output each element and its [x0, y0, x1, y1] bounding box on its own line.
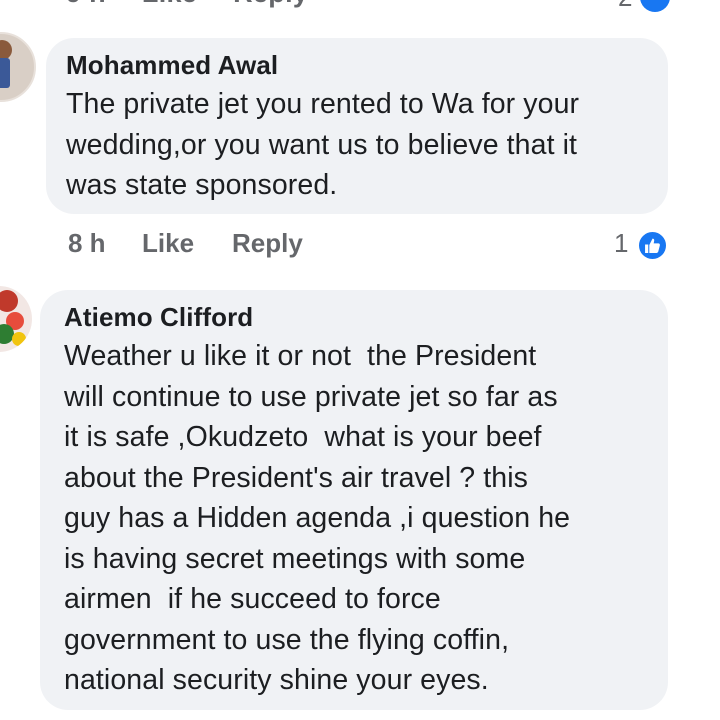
comment-author[interactable]: Atiemo Clifford [64, 300, 646, 334]
thumbs-up-glyph [645, 238, 660, 253]
avatar-mohammed-awal[interactable] [0, 32, 36, 102]
reply-button[interactable]: Reply [232, 228, 303, 259]
avatar-flower-yellow [12, 332, 26, 346]
like-button[interactable]: Like [142, 228, 194, 259]
avatar-flower-red [0, 290, 18, 312]
comment-text: The private jet you rented to Wa for you… [66, 88, 580, 201]
reaction-count[interactable]: 1 [614, 228, 628, 259]
thumbs-up-icon[interactable] [637, 230, 668, 261]
comment-bubble: Atiemo Clifford Weather u like it or not… [40, 290, 668, 710]
avatar-atiemo-clifford[interactable] [0, 286, 32, 352]
previous-comment-like-icon[interactable] [640, 0, 670, 12]
previous-comment-reply-button[interactable]: Reply [233, 0, 308, 8]
previous-comment-actions: 9 h Like Reply [66, 0, 344, 9]
previous-comment-like-button[interactable]: Like [142, 0, 197, 8]
comment-author[interactable]: Mohammed Awal [66, 48, 646, 82]
avatar-shirt [0, 58, 10, 88]
comment-timestamp[interactable]: 8 h [68, 228, 106, 259]
avatar-face [0, 40, 12, 60]
comment-bubble: Mohammed Awal The private jet you rented… [46, 38, 668, 214]
previous-comment-time: 9 h [66, 0, 106, 8]
previous-comment-reaction-count[interactable]: 2 [618, 0, 632, 13]
comment-text: Weather u like it or not the President w… [64, 340, 571, 696]
